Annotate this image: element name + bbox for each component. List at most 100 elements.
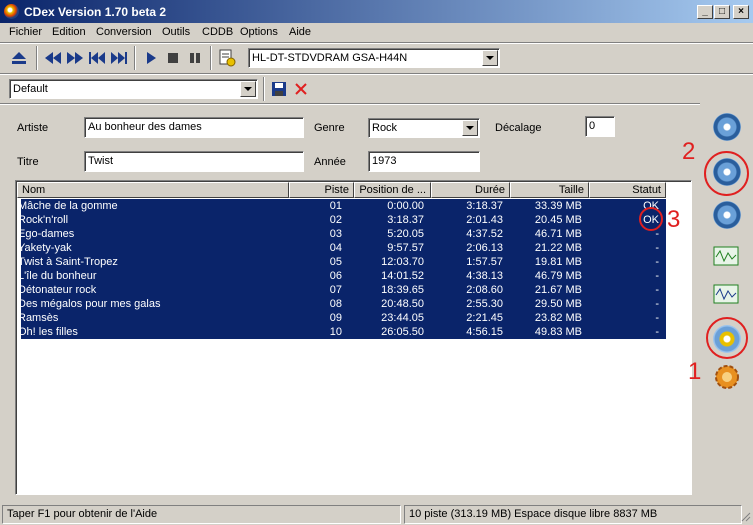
offset-value: 0 bbox=[589, 120, 596, 132]
profile-select-value: Default bbox=[13, 83, 48, 95]
track-size: 49.83 MB bbox=[534, 326, 582, 338]
track-name: L'île du bonheur bbox=[18, 270, 97, 282]
title-field[interactable]: Twist bbox=[84, 151, 304, 172]
column-header-size[interactable]: Taille bbox=[510, 182, 589, 198]
artist-value: Au bonheur des dames bbox=[88, 121, 202, 133]
track-number: 04 bbox=[329, 242, 342, 254]
extract-partial-track-button[interactable] bbox=[707, 197, 747, 233]
offset-field[interactable]: 0 bbox=[585, 116, 615, 137]
table-row[interactable]: Oh! les filles 10 26:05.50 4:56.15 49.83 MB - bbox=[18, 325, 666, 339]
menu-options[interactable]: Options bbox=[240, 26, 278, 38]
annotation-circle-status bbox=[639, 207, 663, 231]
toolbar: HL-DT-STDVDRAM GSA-H44N bbox=[4, 46, 504, 72]
track-position: 18:39.65 bbox=[381, 284, 424, 296]
cd-partial-icon bbox=[713, 201, 741, 229]
chevron-down-icon[interactable] bbox=[482, 50, 498, 66]
year-field[interactable]: 1973 bbox=[368, 151, 480, 172]
cd-waveform-icon bbox=[713, 113, 741, 141]
track-name: Ramsès bbox=[18, 312, 59, 324]
menu-fichier[interactable]: Fichier bbox=[9, 26, 42, 38]
track-size: 23.82 MB bbox=[534, 312, 582, 324]
track-duration: 2:06.13 bbox=[466, 242, 503, 254]
minimize-button[interactable]: _ bbox=[697, 5, 713, 19]
column-header-name[interactable]: Nom bbox=[17, 182, 289, 198]
track-status: - bbox=[655, 284, 659, 296]
column-header-track[interactable]: Piste bbox=[289, 182, 354, 198]
drive-select[interactable]: HL-DT-STDVDRAM GSA-H44N bbox=[248, 48, 500, 68]
genre-select[interactable]: Rock bbox=[368, 118, 480, 138]
column-header-duration[interactable]: Durée bbox=[431, 182, 510, 198]
chevron-down-icon[interactable] bbox=[462, 120, 478, 136]
track-position: 26:05.50 bbox=[381, 326, 424, 338]
track-status: - bbox=[655, 298, 659, 310]
cdex-app-icon[interactable] bbox=[4, 4, 19, 19]
next-track-icon bbox=[111, 52, 127, 64]
track-duration: 4:38.13 bbox=[466, 270, 503, 282]
track-list[interactable]: Nom Piste Position de ... Durée Taille S… bbox=[15, 180, 692, 495]
table-row[interactable]: L'île du bonheur 06 14:01.52 4:38.13 46.79 M… bbox=[18, 269, 666, 283]
track-duration: 4:56.15 bbox=[466, 326, 503, 338]
track-size: 19.81 MB bbox=[534, 256, 582, 268]
toolbar-separator bbox=[134, 46, 136, 70]
resize-grip-icon[interactable] bbox=[739, 510, 751, 522]
menu-edition[interactable]: Edition bbox=[52, 26, 86, 38]
profile-select[interactable]: Default bbox=[9, 79, 258, 99]
mp3-wave-icon bbox=[713, 284, 739, 304]
extract-cd-to-file-button[interactable] bbox=[707, 109, 747, 145]
table-row[interactable]: Des mégalos pour mes galas 08 20:48.50 2:55… bbox=[18, 297, 666, 311]
table-row[interactable]: Twist à Saint-Tropez 05 12:03.70 1:57.57 19.… bbox=[18, 255, 666, 269]
rewind-button[interactable] bbox=[42, 47, 64, 69]
drive-select-value: HL-DT-STDVDRAM GSA-H44N bbox=[252, 52, 408, 64]
table-row[interactable]: Détonateur rock 07 18:39.65 2:08.60 21.67 MB… bbox=[18, 283, 666, 297]
menu-conversion[interactable]: Conversion bbox=[96, 26, 152, 38]
track-size: 33.39 MB bbox=[534, 200, 582, 212]
track-status: - bbox=[655, 270, 659, 282]
menu-aide[interactable]: Aide bbox=[289, 26, 311, 38]
play-button[interactable] bbox=[140, 47, 162, 69]
track-duration: 2:21.45 bbox=[466, 312, 503, 324]
table-row[interactable]: Mâche de la gomme 01 0:00.00 3:18.37 33.39 M… bbox=[18, 199, 666, 213]
status-summary: 10 piste (313.19 MB) Espace disque libre… bbox=[404, 505, 742, 524]
track-size: 21.22 MB bbox=[534, 242, 582, 254]
delete-profile-button[interactable] bbox=[290, 78, 312, 100]
next-track-button[interactable] bbox=[108, 47, 130, 69]
maximize-button[interactable]: □ bbox=[714, 5, 730, 19]
menu-bar: Fichier Edition Conversion Outils CDDB O… bbox=[0, 23, 753, 42]
track-number: 05 bbox=[329, 256, 342, 268]
menu-separator bbox=[0, 42, 753, 44]
column-header-status[interactable]: Statut bbox=[589, 182, 666, 198]
track-size: 21.67 MB bbox=[534, 284, 582, 296]
fast-forward-button[interactable] bbox=[64, 47, 86, 69]
offset-label: Décalage bbox=[495, 122, 542, 134]
column-header-position[interactable]: Position de ... bbox=[354, 182, 431, 198]
table-row[interactable]: Yakety-yak 04 9:57.57 2:06.13 21.22 MB - bbox=[18, 241, 666, 255]
previous-track-button[interactable] bbox=[86, 47, 108, 69]
cd-info-button[interactable] bbox=[216, 47, 238, 69]
stop-button[interactable] bbox=[162, 47, 184, 69]
year-label: Année bbox=[314, 156, 346, 168]
track-number: 07 bbox=[329, 284, 342, 296]
title-bar: CDex Version 1.70 beta 2 _ □ × bbox=[0, 0, 753, 23]
action-panel bbox=[703, 99, 750, 409]
genre-label: Genre bbox=[314, 122, 345, 134]
track-position: 0:00.00 bbox=[387, 200, 424, 212]
toolbar-separator bbox=[263, 77, 265, 101]
configure-button[interactable] bbox=[707, 359, 747, 395]
artist-field[interactable]: Au bonheur des dames bbox=[84, 117, 304, 138]
convert-wav-to-mp3-button[interactable] bbox=[707, 241, 747, 277]
save-profile-button[interactable] bbox=[268, 78, 290, 100]
eject-button[interactable] bbox=[8, 47, 30, 69]
eject-icon bbox=[12, 52, 26, 64]
menu-cddb[interactable]: CDDB bbox=[202, 26, 233, 38]
table-row[interactable]: Rock'n'roll 02 3:18.37 2:01.43 20.45 MB OK bbox=[18, 213, 666, 227]
menu-outils[interactable]: Outils bbox=[162, 26, 190, 38]
convert-mp3-to-wav-button[interactable] bbox=[707, 279, 747, 315]
track-position: 14:01.52 bbox=[381, 270, 424, 282]
table-row[interactable]: Ego-dames 03 5:20.05 4:37.52 46.71 MB - bbox=[18, 227, 666, 241]
track-duration: 4:37.52 bbox=[466, 228, 503, 240]
chevron-down-icon[interactable] bbox=[240, 81, 256, 97]
table-row[interactable]: Ramsès 09 23:44.05 2:21.45 23.82 MB - bbox=[18, 311, 666, 325]
year-value: 1973 bbox=[372, 155, 397, 167]
close-button[interactable]: × bbox=[733, 5, 749, 19]
pause-button[interactable] bbox=[184, 47, 206, 69]
